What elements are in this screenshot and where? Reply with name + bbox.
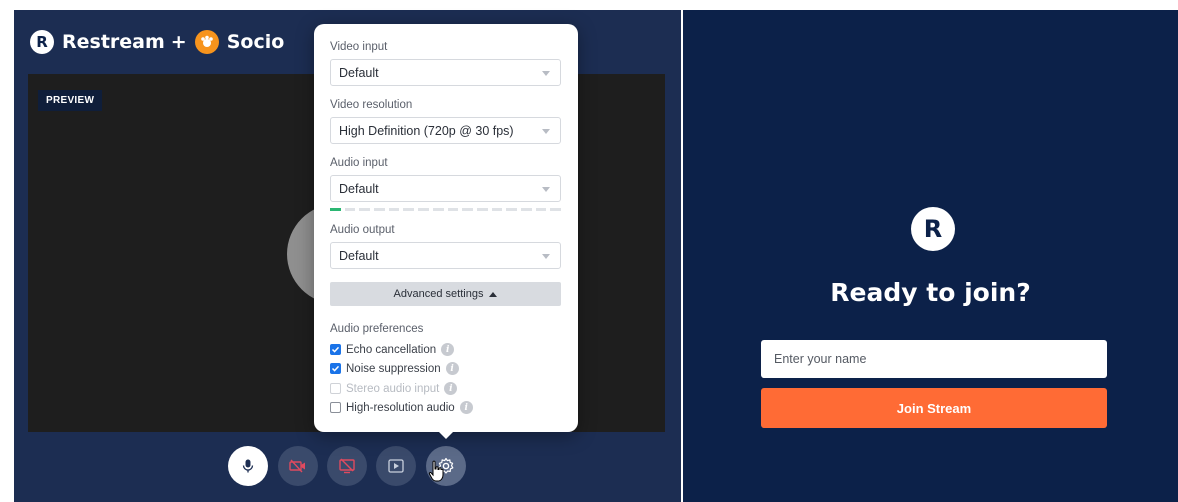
preview-badge: PREVIEW	[38, 90, 103, 111]
chevron-up-icon	[489, 291, 498, 297]
audio-level-segment	[447, 208, 459, 211]
stereo-audio-input-checkbox: Stereo audio input i	[330, 382, 458, 395]
audio-level-segment	[330, 208, 341, 211]
audio-level-segment	[432, 208, 444, 211]
camera-toggle-button[interactable]	[278, 446, 318, 486]
video-input-value: Default	[339, 65, 379, 80]
high-resolution-audio-label: High-resolution audio	[346, 401, 455, 414]
audio-input-value: Default	[339, 181, 379, 196]
audio-output-label: Audio output	[330, 224, 395, 236]
audio-level-segment	[506, 208, 517, 211]
socio-logo-icon	[194, 30, 219, 54]
microphone-button[interactable]	[228, 446, 268, 486]
audio-level-segment	[403, 208, 415, 211]
info-icon[interactable]: i	[441, 343, 455, 356]
audio-level-segment	[520, 208, 532, 211]
camera-off-icon	[289, 459, 305, 473]
audio-preferences-heading: Audio preferences	[330, 323, 424, 335]
audio-level-segment	[476, 208, 488, 211]
join-stream-button[interactable]: Join Stream	[761, 388, 1107, 428]
advanced-settings-button[interactable]: Advanced settings	[330, 282, 561, 306]
audio-level-segment	[535, 208, 547, 211]
audio-level-meter	[330, 208, 561, 211]
name-input[interactable]	[761, 340, 1107, 378]
socio-label: Socio	[226, 31, 285, 53]
audio-level-segment	[359, 208, 371, 211]
ready-to-join-title: Ready to join?	[830, 278, 1031, 307]
join-panel: R Ready to join? Join Stream	[683, 10, 1178, 502]
chevron-down-icon	[542, 254, 550, 259]
brand-plus: +	[170, 31, 187, 53]
video-resolution-value: High Definition (720p @ 30 fps)	[339, 123, 514, 138]
chevron-down-icon	[542, 71, 550, 76]
hand-cursor-icon	[428, 460, 444, 482]
audio-level-segment	[550, 208, 561, 211]
media-play-icon	[388, 459, 404, 473]
echo-cancellation-checkbox[interactable]: Echo cancellation i	[330, 343, 455, 356]
chevron-down-icon	[542, 187, 550, 192]
checkbox-unchecked-icon	[330, 402, 341, 413]
noise-suppression-label: Noise suppression	[346, 362, 441, 375]
video-input-select[interactable]: Default	[330, 59, 561, 86]
checkbox-checked-icon	[330, 363, 341, 374]
advanced-settings-label: Advanced settings	[393, 288, 484, 300]
audio-level-segment	[388, 208, 400, 211]
audio-output-select[interactable]: Default	[330, 242, 561, 269]
checkbox-disabled-icon	[330, 383, 341, 394]
device-settings-popover: Video input Default Video resolution Hig…	[314, 24, 578, 432]
audio-input-label: Audio input	[330, 157, 388, 169]
echo-cancellation-label: Echo cancellation	[346, 343, 437, 356]
screen-share-off-icon	[339, 458, 355, 474]
checkbox-checked-icon	[330, 344, 341, 355]
audio-level-segment	[462, 208, 473, 211]
audio-level-segment	[491, 208, 503, 211]
high-resolution-audio-checkbox[interactable]: High-resolution audio i	[330, 401, 473, 414]
popover-pointer	[437, 430, 455, 439]
screen-share-button[interactable]	[327, 446, 367, 486]
audio-output-value: Default	[339, 248, 379, 263]
audio-input-select[interactable]: Default	[330, 175, 561, 202]
restream-logo-icon: R	[911, 207, 955, 251]
restream-label: Restream	[62, 31, 165, 53]
noise-suppression-checkbox[interactable]: Noise suppression i	[330, 362, 459, 375]
brand-header: R Restream + Socio	[30, 30, 284, 54]
info-icon[interactable]: i	[445, 362, 459, 375]
video-input-label: Video input	[330, 41, 388, 53]
audio-level-segment	[418, 208, 429, 211]
microphone-icon	[242, 459, 254, 473]
info-icon[interactable]: i	[459, 401, 473, 414]
media-controls	[14, 446, 681, 486]
info-icon[interactable]: i	[444, 382, 458, 395]
video-resolution-label: Video resolution	[330, 99, 413, 111]
restream-logo-icon: R	[30, 30, 54, 54]
audio-level-segment	[344, 208, 356, 211]
audio-level-segment	[374, 208, 385, 211]
chevron-down-icon	[542, 129, 550, 134]
media-button[interactable]	[376, 446, 416, 486]
stereo-audio-input-label: Stereo audio input	[346, 382, 440, 395]
video-resolution-select[interactable]: High Definition (720p @ 30 fps)	[330, 117, 561, 144]
